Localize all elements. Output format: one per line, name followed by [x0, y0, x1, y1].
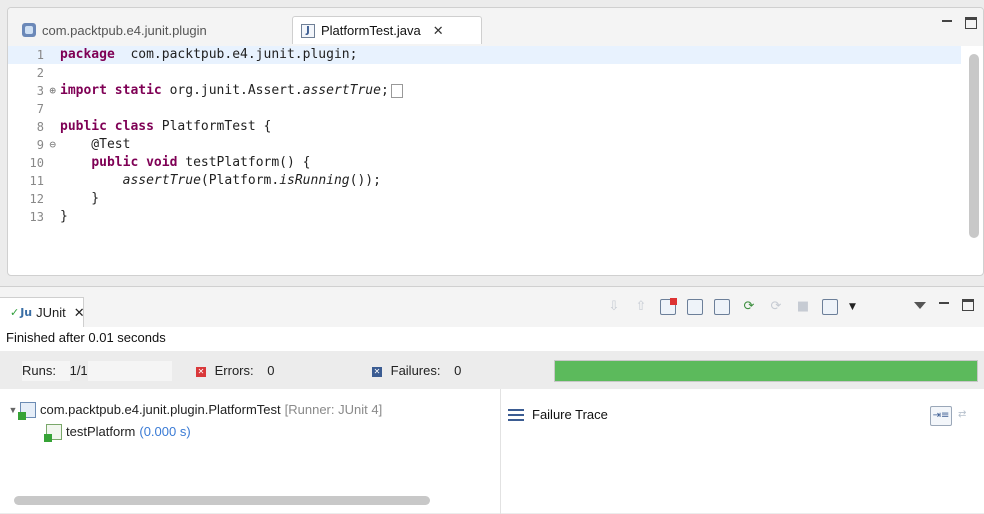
filter-stack-trace-icon[interactable]: ⇥≡: [930, 406, 952, 426]
code-line[interactable]: 8 public class PlatformTest {: [8, 118, 961, 136]
suite-runner: [Runner: JUnit 4]: [284, 402, 383, 417]
close-tab-icon[interactable]: ✕: [433, 23, 444, 39]
runs-value: 1/1: [69, 361, 88, 381]
test-history-icon[interactable]: [822, 299, 838, 315]
line-number: 12: [29, 192, 44, 206]
tab-label: com.packtpub.e4.junit.plugin: [42, 22, 207, 38]
expand-fold-icon[interactable]: ⊕: [49, 82, 56, 100]
code-editor[interactable]: 1 package com.packtpub.e4.junit.plugin; 2 3…: [8, 46, 961, 275]
code-line[interactable]: 12 }: [8, 190, 961, 208]
code-line[interactable]: 3 ⊕ import static org.junit.Assert.assertT…: [8, 82, 961, 100]
line-number: 10: [29, 156, 44, 170]
errors-label: Errors:: [214, 363, 254, 378]
stats-row: Runs: 1/1 ✕ Errors: 0 ✕ Failures: 0: [0, 351, 984, 389]
tab-plugin-project[interactable]: com.packtpub.e4.junit.plugin: [14, 16, 215, 44]
show-failures-only-icon[interactable]: [660, 298, 677, 315]
line-number: 1: [36, 48, 44, 62]
test-suite-icon: [18, 402, 36, 420]
failure-trace-label: Failure Trace: [532, 407, 608, 422]
code-text: }: [60, 209, 68, 224]
failures-value: 0: [454, 361, 462, 381]
vertical-scrollbar[interactable]: [969, 54, 979, 238]
line-number: 8: [36, 120, 44, 134]
code-text: public class PlatformTest {: [60, 119, 272, 134]
junit-tab-label: JUnit: [36, 305, 66, 320]
editor-panel: com.packtpub.e4.junit.plugin J PlatformT…: [7, 7, 984, 276]
rerun-test-icon[interactable]: ⟳: [741, 299, 757, 315]
failure-trace-header: Failure Trace: [508, 407, 608, 422]
line-number: 3 ⊕: [36, 82, 56, 100]
code-text: public void testPlatform() {: [91, 155, 311, 170]
horizontal-scrollbar[interactable]: [14, 496, 430, 505]
code-line[interactable]: 7: [8, 100, 961, 118]
scroll-lock-icon[interactable]: [687, 299, 703, 315]
tree-row-test[interactable]: testPlatform (0.000 s): [6, 421, 500, 443]
code-line[interactable]: 1 package com.packtpub.e4.junit.plugin;: [8, 46, 961, 64]
failure-icon: ✕: [372, 366, 382, 377]
code-line[interactable]: 9 ⊖ @Test: [8, 136, 961, 154]
test-name: testPlatform: [66, 424, 136, 439]
code-text: }: [60, 191, 100, 206]
line-number: 7: [36, 102, 44, 116]
failures-counter: ✕ Failures: 0: [372, 361, 462, 381]
failures-label: Failures:: [390, 363, 441, 378]
code-line[interactable]: 2: [8, 64, 961, 82]
editor-window-controls: [941, 17, 977, 29]
runs-counter: Runs: 1/1: [22, 361, 172, 381]
maximize-icon[interactable]: [965, 17, 977, 29]
code-line[interactable]: 10 public void testPlatform() {: [8, 154, 961, 172]
compare-result-icon[interactable]: ⇄: [958, 406, 980, 426]
test-case-icon: [44, 424, 62, 442]
errors-value: 0: [267, 361, 275, 381]
progress-bar: [554, 360, 978, 382]
junit-window-controls: [914, 299, 974, 311]
close-tab-icon[interactable]: ✕: [74, 305, 85, 321]
line-number: 2: [36, 66, 44, 80]
tab-junit[interactable]: Ju JUnit ✕: [0, 297, 85, 327]
run-status-text: Finished after 0.01 seconds: [6, 330, 166, 345]
code-text: import static org.junit.Assert.assertTru…: [54, 82, 403, 100]
tree-row-suite[interactable]: ▼ com.packtpub.e4.junit.plugin.PlatformT…: [6, 399, 500, 421]
line-number: 13: [29, 210, 44, 224]
code-text: assertTrue(Platform.isRunning());: [122, 173, 381, 188]
tab-platformtest-java[interactable]: J PlatformTest.java ✕: [292, 16, 482, 44]
code-text: package com.packtpub.e4.junit.plugin;: [60, 47, 358, 62]
junit-icon: Ju: [10, 306, 32, 319]
show-skipped-icon[interactable]: [714, 299, 730, 315]
pane-divider[interactable]: [500, 389, 501, 514]
collapse-fold-icon[interactable]: ⊖: [49, 136, 56, 154]
line-number: 9 ⊖: [36, 136, 56, 154]
junit-toolbar: ⇩ ⇧ ⟳ ⟳ ■ ▼: [606, 298, 856, 315]
minimize-icon[interactable]: [941, 17, 953, 29]
runs-label: Runs:: [22, 363, 56, 378]
junit-tabbar: Ju JUnit ✕ ⇩ ⇧ ⟳ ⟳ ■ ▼: [0, 287, 984, 327]
line-number: 11: [29, 174, 44, 188]
java-file-icon: J: [301, 23, 315, 38]
errors-counter: ✕ Errors: 0: [196, 361, 275, 381]
tab-label: PlatformTest.java: [321, 23, 421, 38]
junit-panel: Ju JUnit ✕ ⇩ ⇧ ⟳ ⟳ ■ ▼ Finished after 0.…: [0, 286, 984, 514]
plugin-icon: [22, 23, 36, 37]
error-icon: ✕: [196, 366, 206, 377]
rerun-failed-first-icon[interactable]: ⟳: [768, 299, 784, 315]
test-tree: ▼ com.packtpub.e4.junit.plugin.PlatformT…: [6, 399, 500, 499]
code-line[interactable]: 11 assertTrue(Platform.isRunning());: [8, 172, 961, 190]
editor-tabbar: com.packtpub.e4.junit.plugin J PlatformT…: [8, 8, 983, 46]
maximize-icon[interactable]: [962, 299, 974, 311]
stop-icon[interactable]: ■: [795, 299, 811, 315]
previous-failure-icon[interactable]: ⇧: [633, 299, 649, 315]
suite-name: com.packtpub.e4.junit.plugin.PlatformTes…: [40, 402, 281, 417]
code-text: @Test: [60, 137, 131, 152]
next-failure-icon[interactable]: ⇩: [606, 299, 622, 315]
minimize-icon[interactable]: [938, 299, 950, 311]
stack-trace-icon: [508, 408, 524, 421]
progress-fill: [555, 361, 977, 381]
test-time: (0.000 s): [139, 424, 191, 439]
view-menu-icon[interactable]: [914, 302, 926, 309]
history-dropdown-icon[interactable]: ▼: [849, 299, 856, 315]
collapsed-imports-icon[interactable]: [390, 83, 403, 98]
code-line[interactable]: 13}: [8, 208, 961, 226]
